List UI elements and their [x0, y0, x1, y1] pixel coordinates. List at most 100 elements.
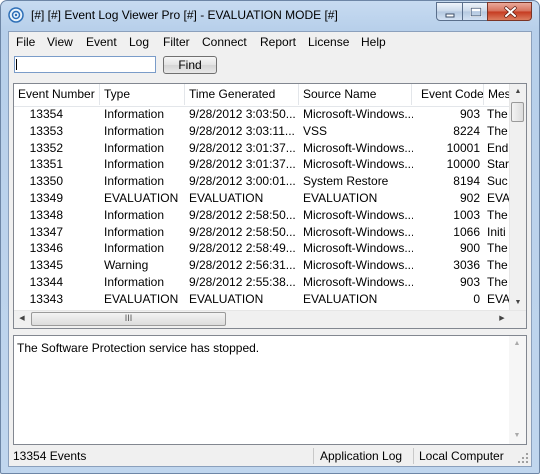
event-code-cell: 1066 [453, 224, 480, 239]
time-generated-cell: 9/28/2012 2:58:50... [189, 207, 296, 222]
message-cell: The [487, 107, 508, 121]
time-generated-cell: 9/28/2012 3:01:37... [189, 157, 296, 172]
table-row[interactable]: 13343 EVALUATION EVALUATION EVALUATION 0 EVA [14, 291, 511, 308]
source-name-cell: Microsoft-Windows... [303, 157, 413, 172]
source-name-cell: EVALUATION [303, 191, 378, 205]
vertical-scroll-thumb[interactable] [511, 102, 524, 122]
scroll-right-arrow-icon[interactable]: ▶ [494, 311, 510, 327]
app-window: [#] [#] Event Log Viewer Pro [#] - EVALU… [0, 0, 540, 474]
message-cell: Suc [487, 174, 508, 189]
event-number-cell: 13352 [29, 140, 63, 155]
time-generated-cell: 9/28/2012 3:01:37... [189, 140, 296, 155]
source-name-cell: Microsoft-Windows... [303, 275, 413, 289]
event-number-cell: 13343 [29, 291, 63, 306]
list-header: Event Number Type Time Generated Source … [14, 84, 511, 107]
table-row[interactable]: 13346 Information 9/28/2012 2:58:49... Micr… [14, 240, 511, 257]
source-name-cell: Microsoft-Windows... [303, 140, 413, 155]
type-cell: Information [104, 275, 165, 289]
table-row[interactable]: 13352 Information 9/28/2012 3:01:37... Micr… [14, 140, 511, 157]
event-number-cell: 13348 [29, 207, 63, 222]
detail-scroll-up-icon[interactable]: ▲ [509, 336, 525, 352]
table-row[interactable]: 13349 EVALUATION EVALUATION EVALUATION 902 EV… [14, 190, 511, 207]
detail-scroll-down-icon[interactable]: ▼ [509, 428, 525, 444]
minimize-icon [445, 13, 455, 18]
time-generated-cell: EVALUATION [189, 291, 264, 306]
menu-view[interactable]: View [47, 35, 73, 49]
menu-event[interactable]: Event [86, 35, 117, 49]
menu-connect[interactable]: Connect [202, 35, 247, 49]
event-detail-pane[interactable]: The Software Protection service has stop… [13, 335, 527, 445]
window-title: [#] [#] Event Log Viewer Pro [#] - EVALU… [31, 8, 338, 22]
event-number-cell: 13347 [29, 224, 63, 239]
vertical-scrollbar[interactable]: ▲ ▼ [509, 84, 526, 311]
find-button[interactable]: Find [163, 56, 217, 74]
table-row[interactable]: 13351 Information 9/28/2012 3:01:37... Micr… [14, 156, 511, 173]
event-code-cell: 903 [459, 107, 480, 121]
message-cell: The [487, 241, 508, 256]
status-divider [313, 448, 314, 464]
event-list[interactable]: Event Number Type Time Generated Source … [13, 83, 527, 329]
maximize-button[interactable] [462, 2, 488, 21]
table-row[interactable]: 13347 Information 9/28/2012 2:58:50... Micr… [14, 224, 511, 241]
event-number-cell: 13344 [29, 275, 63, 289]
app-icon [8, 7, 24, 23]
scroll-up-arrow-icon[interactable]: ▲ [510, 84, 526, 100]
scrollbar-corner [510, 311, 526, 328]
table-row[interactable]: 13344 Information 9/28/2012 2:55:38... Micr… [14, 274, 511, 291]
event-number-cell: 13346 [29, 241, 63, 256]
column-header-type[interactable]: Type [100, 84, 185, 105]
column-header-time-generated[interactable]: Time Generated [185, 84, 299, 105]
menu-filter[interactable]: Filter [163, 35, 190, 49]
menu-license[interactable]: License [308, 35, 349, 49]
horizontal-scroll-thumb[interactable]: III [31, 312, 226, 326]
time-generated-cell: 9/28/2012 2:58:49... [189, 241, 296, 256]
time-generated-cell: 9/28/2012 2:56:31... [189, 258, 296, 273]
source-name-cell: Microsoft-Windows... [303, 241, 413, 256]
event-code-cell: 10000 [446, 157, 480, 172]
menu-log[interactable]: Log [129, 35, 149, 49]
menu-help[interactable]: Help [361, 35, 386, 49]
minimize-button[interactable] [436, 2, 463, 21]
type-cell: Information [104, 207, 165, 222]
source-name-cell: Microsoft-Windows... [303, 224, 413, 239]
status-log-name: Application Log [320, 449, 403, 463]
event-code-cell: 903 [459, 275, 480, 289]
source-name-cell: Microsoft-Windows... [303, 258, 413, 273]
column-header-event-code[interactable]: Event Code [412, 84, 484, 105]
source-name-cell: Microsoft-Windows... [303, 207, 413, 222]
menu-file[interactable]: File [16, 35, 35, 49]
maximize-icon [470, 7, 482, 17]
event-code-cell: 0 [473, 291, 480, 306]
source-name-cell: VSS [303, 123, 328, 138]
table-row[interactable]: 13350 Information 9/28/2012 3:00:01... Syst… [14, 173, 511, 190]
scroll-left-arrow-icon[interactable]: ◀ [14, 311, 30, 327]
detail-scrollbar[interactable]: ▲ ▼ [509, 336, 526, 444]
title-bar[interactable]: [#] [#] Event Log Viewer Pro [#] - EVALU… [1, 1, 539, 31]
resize-grip-icon[interactable] [518, 453, 529, 464]
search-input[interactable] [14, 56, 156, 73]
type-cell: EVALUATION [104, 191, 179, 205]
menu-bar: File View Event Log Filter Connect Repor… [9, 32, 531, 52]
event-code-cell: 900 [459, 241, 480, 256]
scroll-down-arrow-icon[interactable]: ▼ [510, 295, 526, 311]
message-cell: End [487, 140, 509, 155]
table-row[interactable]: 13353 Information 9/28/2012 3:03:11... VSS 8… [14, 123, 511, 140]
message-cell: Star [487, 157, 510, 172]
type-cell: Warning [104, 258, 149, 273]
table-row[interactable]: 13345 Warning 9/28/2012 2:56:31... Microsof… [14, 257, 511, 274]
message-cell: EVA [487, 191, 511, 205]
type-cell: Information [104, 157, 165, 172]
column-header-message[interactable]: Mes [484, 84, 511, 105]
column-header-event-number[interactable]: Event Number [14, 84, 100, 105]
table-row[interactable]: 13348 Information 9/28/2012 2:58:50... Micr… [14, 207, 511, 224]
type-cell: Information [104, 241, 165, 256]
column-header-source-name[interactable]: Source Name [299, 84, 412, 105]
table-row[interactable]: 13354 Information 9/28/2012 3:03:50... Micr… [14, 106, 511, 123]
close-button[interactable] [487, 2, 532, 21]
time-generated-cell: 9/28/2012 3:03:50... [189, 107, 296, 121]
source-name-cell: Microsoft-Windows... [303, 107, 413, 121]
event-number-cell: 13354 [29, 107, 63, 121]
menu-report[interactable]: Report [260, 35, 296, 49]
event-code-cell: 8194 [453, 174, 480, 189]
horizontal-scrollbar[interactable]: ◀ III ▶ [14, 310, 526, 328]
